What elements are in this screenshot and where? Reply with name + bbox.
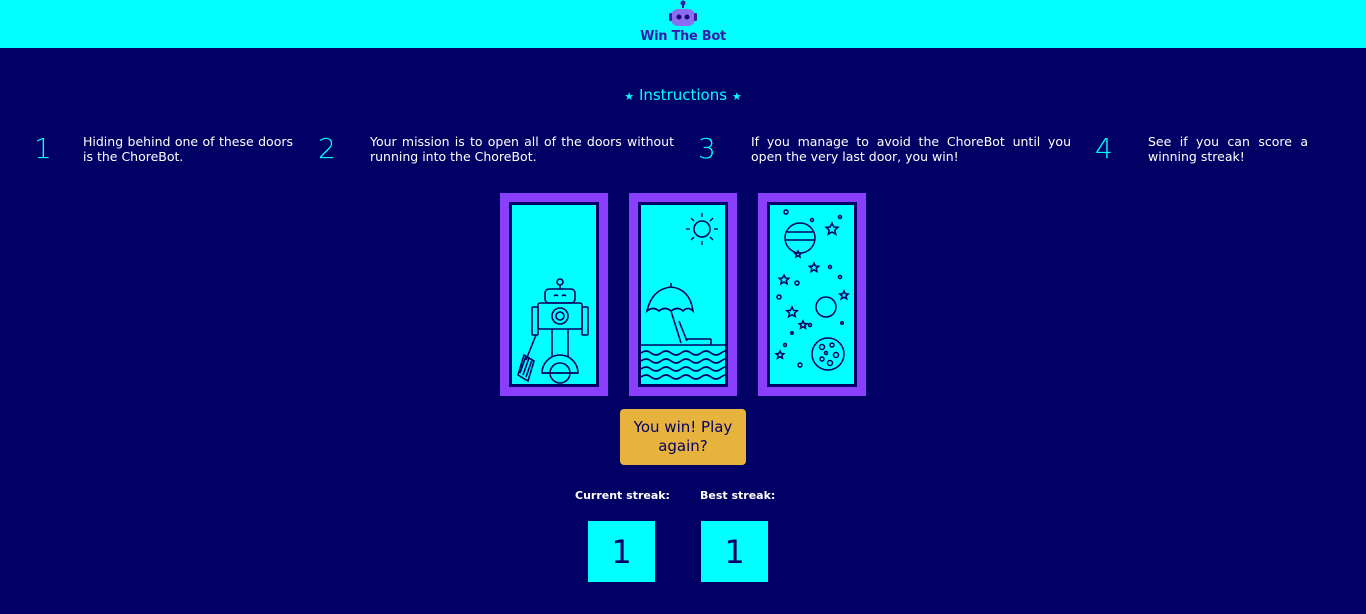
current-streak-label: Current streak: bbox=[575, 489, 670, 502]
door-1-scene bbox=[509, 202, 599, 387]
door-1[interactable] bbox=[500, 193, 608, 396]
step-text-2: Your mission is to open all of the doors… bbox=[370, 134, 674, 164]
star-icon: ★ bbox=[731, 90, 742, 103]
logo[interactable]: Win The Bot bbox=[638, 0, 728, 48]
step-text-3: If you manage to avoid the ChoreBot unti… bbox=[751, 134, 1071, 164]
best-streak-value: 1 bbox=[701, 521, 768, 582]
instructions-title-text: Instructions bbox=[638, 86, 728, 104]
door-2[interactable] bbox=[629, 193, 737, 396]
best-streak-label: Best streak: bbox=[700, 489, 776, 502]
beach-scene-icon bbox=[641, 213, 725, 380]
step-number-3: 3 bbox=[698, 132, 716, 165]
door-3-scene bbox=[767, 202, 857, 387]
play-again-button[interactable]: You win! Play again? bbox=[620, 409, 746, 465]
step-number-1: 1 bbox=[34, 132, 52, 165]
door-2-scene bbox=[638, 202, 728, 387]
instructions-title: ★ Instructions ★ bbox=[0, 86, 1366, 104]
step-text-4: See if you can score a winning streak! bbox=[1148, 134, 1308, 164]
door-3[interactable] bbox=[758, 193, 866, 396]
star-icon: ★ bbox=[624, 90, 635, 103]
top-bar: Win The Bot bbox=[0, 0, 1366, 48]
current-streak-value: 1 bbox=[588, 521, 655, 582]
robot-head-icon bbox=[669, 0, 697, 26]
space-scene-icon bbox=[774, 209, 851, 371]
step-text-1: Hiding behind one of these doors is the … bbox=[83, 134, 293, 164]
step-number-2: 2 bbox=[318, 132, 336, 165]
logo-text: Win The Bot bbox=[640, 29, 726, 44]
chorebot-robot-icon bbox=[517, 278, 589, 384]
step-number-4: 4 bbox=[1095, 132, 1113, 165]
